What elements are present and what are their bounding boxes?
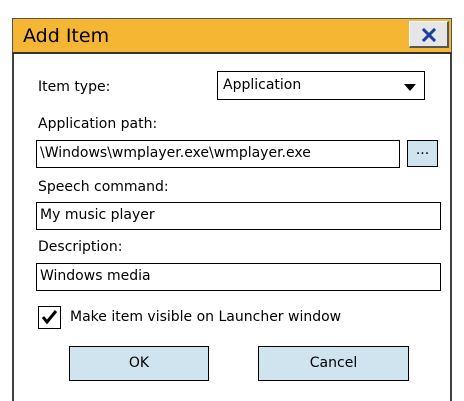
speech-command-label: Speech command: <box>38 179 169 195</box>
speech-command-field[interactable]: My music player <box>36 202 441 230</box>
description-field[interactable]: Windows media <box>36 263 441 291</box>
application-path-label: Application path: <box>38 116 158 132</box>
browse-button[interactable]: ... <box>407 140 438 167</box>
dropdown-arrow-icon <box>404 84 416 91</box>
item-type-value: Application <box>223 77 302 93</box>
dialog-body: Item type: Application Application path:… <box>12 54 452 401</box>
application-path-field[interactable]: \Windows\wmplayer.exe\wmplayer.exe <box>36 140 400 168</box>
close-icon <box>422 28 436 42</box>
item-type-label: Item type: <box>38 79 111 95</box>
title-bar: Add Item <box>12 18 452 54</box>
close-button[interactable] <box>409 21 449 48</box>
window-title: Add Item <box>23 25 110 47</box>
ok-button[interactable]: OK <box>69 346 209 381</box>
visible-checkbox[interactable] <box>38 306 61 329</box>
item-type-select[interactable]: Application <box>217 71 425 100</box>
checkmark-icon <box>41 310 58 325</box>
visible-checkbox-label: Make item visible on Launcher window <box>70 309 342 325</box>
cancel-button[interactable]: Cancel <box>258 346 409 381</box>
description-label: Description: <box>38 239 123 255</box>
